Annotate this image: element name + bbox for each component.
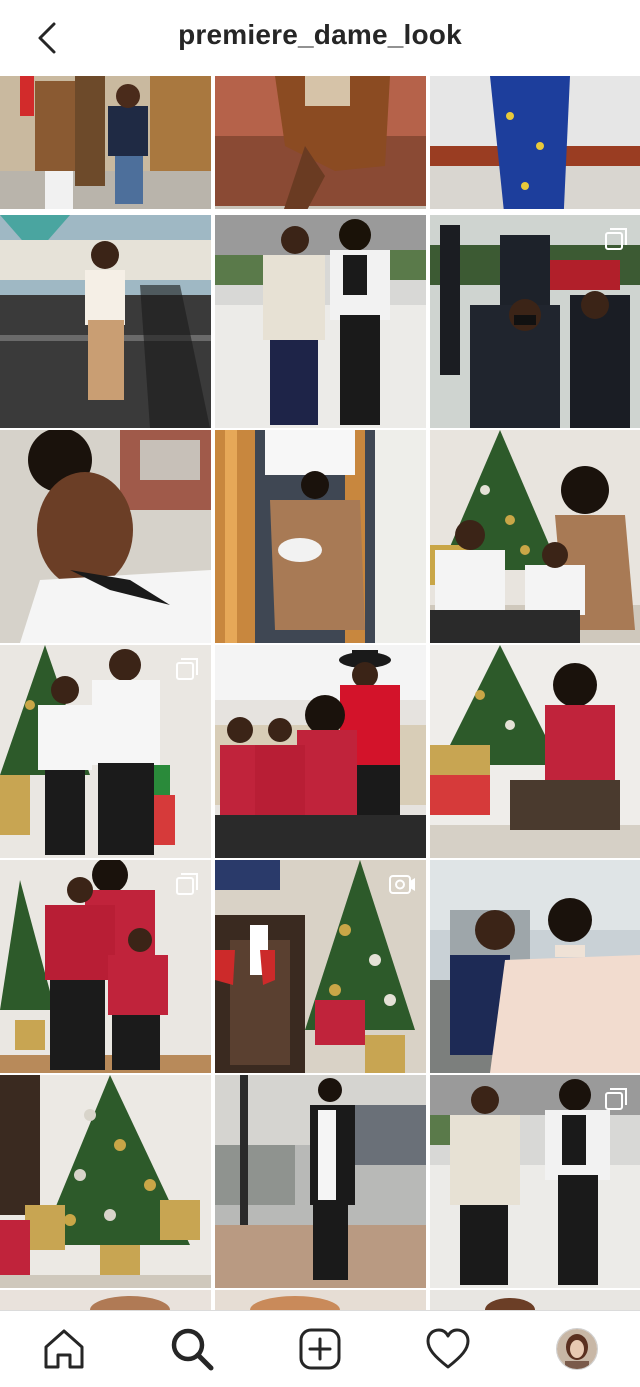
post-tile[interactable]	[430, 215, 640, 428]
profile-username: premiere_dame_look	[178, 19, 462, 50]
post-tile[interactable]	[0, 430, 211, 643]
post-tile[interactable]	[215, 1075, 426, 1288]
post-tile[interactable]	[0, 645, 211, 858]
post-tile[interactable]	[215, 215, 426, 428]
post-thumbnail	[215, 430, 426, 643]
video-icon	[389, 875, 415, 894]
post-thumbnail	[0, 215, 211, 428]
carousel-icon	[176, 658, 198, 680]
post-tile[interactable]	[0, 215, 211, 428]
post-tile[interactable]	[430, 645, 640, 858]
post-thumbnail	[430, 645, 640, 858]
profile-header: premiere_dame_look	[0, 0, 640, 76]
post-thumbnail	[430, 1290, 640, 1310]
activity-tab[interactable]	[424, 1325, 472, 1373]
bottom-tab-bar	[0, 1310, 640, 1387]
post-thumbnail	[215, 215, 426, 428]
post-tile[interactable]	[430, 1075, 640, 1288]
post-tile[interactable]	[215, 430, 426, 643]
carousel-icon	[605, 1088, 627, 1110]
profile-avatar	[557, 1329, 597, 1369]
post-thumbnail	[215, 1290, 426, 1310]
post-thumbnail	[215, 645, 426, 858]
search-tab[interactable]	[168, 1325, 216, 1373]
post-tile[interactable]	[215, 645, 426, 858]
post-tile[interactable]	[430, 860, 640, 1073]
carousel-icon	[176, 873, 198, 895]
search-icon	[171, 1328, 214, 1371]
new-post-tab[interactable]	[296, 1325, 344, 1373]
post-thumbnail	[0, 76, 211, 209]
post-thumbnail	[0, 1290, 211, 1310]
post-tile[interactable]	[215, 860, 426, 1073]
post-tile[interactable]	[0, 1290, 211, 1310]
post-tile[interactable]	[215, 76, 426, 209]
post-tile[interactable]	[430, 76, 640, 209]
post-tile[interactable]	[0, 76, 211, 209]
add-post-icon	[299, 1328, 341, 1370]
post-tile[interactable]	[0, 860, 211, 1073]
post-tile[interactable]	[215, 1290, 426, 1310]
post-thumbnail	[0, 1075, 211, 1288]
post-thumbnail	[430, 430, 640, 643]
post-tile[interactable]	[0, 1075, 211, 1288]
carousel-icon	[605, 228, 627, 250]
post-thumbnail	[0, 430, 211, 643]
post-tile[interactable]	[430, 1290, 640, 1310]
home-icon	[44, 1329, 84, 1369]
home-tab[interactable]	[40, 1325, 88, 1373]
post-thumbnail	[215, 1075, 426, 1288]
post-tile[interactable]	[430, 430, 640, 643]
post-thumbnail	[215, 76, 426, 209]
profile-tab[interactable]	[556, 1328, 598, 1370]
heart-icon	[426, 1328, 470, 1369]
post-thumbnail	[430, 860, 640, 1073]
post-thumbnail	[430, 76, 640, 209]
